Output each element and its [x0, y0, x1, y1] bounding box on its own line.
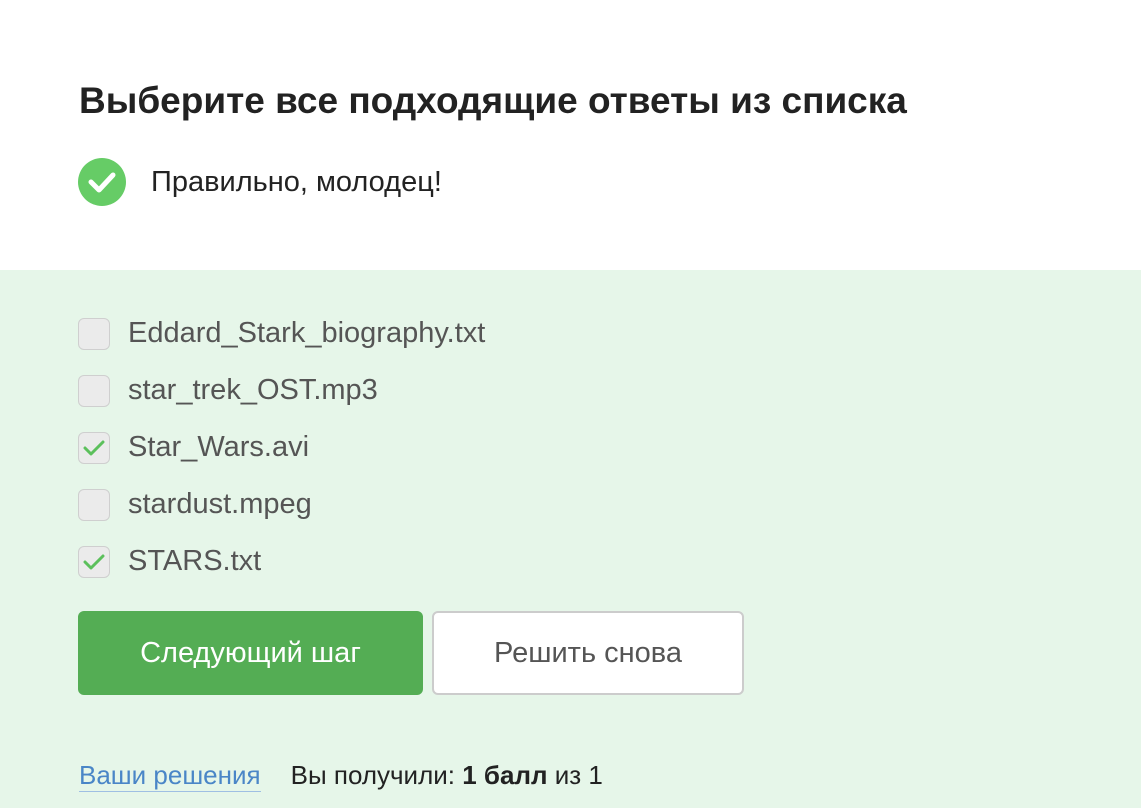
- option-label: star_trek_OST.mp3: [128, 374, 378, 406]
- checkmark-icon: [83, 440, 105, 455]
- option-item[interactable]: STARS.txt: [78, 533, 485, 590]
- action-buttons: Следующий шаг Решить снова: [78, 611, 744, 695]
- option-label: Star_Wars.avi: [128, 431, 310, 463]
- option-label: STARS.txt: [128, 545, 262, 577]
- option-checkbox[interactable]: [78, 488, 110, 521]
- option-label: Eddard_Stark_biography.txt: [128, 317, 486, 349]
- score-prefix: Вы получили:: [290, 760, 455, 790]
- option-checkbox[interactable]: [78, 317, 110, 350]
- option-item[interactable]: stardust.mpeg: [78, 476, 485, 533]
- next-step-button[interactable]: Следующий шаг: [78, 611, 423, 695]
- quiz-page: Выберите все подходящие ответы из списка…: [0, 0, 1141, 808]
- question-title: Выберите все подходящие ответы из списка: [79, 80, 907, 121]
- score-value: 1 балл: [462, 760, 548, 790]
- score-text: Вы получили: 1 балл из 1: [291, 760, 603, 791]
- feedback-message: Правильно, молодец!: [78, 158, 442, 206]
- option-item[interactable]: star_trek_OST.mp3: [78, 362, 485, 419]
- option-label: stardust.mpeg: [128, 488, 312, 520]
- score-suffix: из 1: [554, 760, 603, 790]
- submission-footer: Ваши решения Вы получили: 1 балл из 1: [79, 760, 603, 792]
- answer-area: Eddard_Stark_biography.txt star_trek_OST…: [0, 270, 1141, 808]
- option-checkbox[interactable]: [78, 545, 110, 578]
- check-circle-icon: [78, 158, 126, 206]
- your-solutions-link[interactable]: Ваши решения: [79, 760, 261, 792]
- solve-again-button[interactable]: Решить снова: [432, 611, 744, 695]
- option-item[interactable]: Star_Wars.avi: [78, 419, 485, 476]
- checkmark-icon: [83, 554, 105, 569]
- options-list: Eddard_Stark_biography.txt star_trek_OST…: [78, 305, 485, 590]
- option-item[interactable]: Eddard_Stark_biography.txt: [78, 305, 485, 362]
- option-checkbox[interactable]: [78, 374, 110, 407]
- option-checkbox[interactable]: [78, 431, 110, 464]
- question-header: Выберите все подходящие ответы из списка…: [0, 0, 1141, 270]
- feedback-text: Правильно, молодец!: [151, 165, 442, 198]
